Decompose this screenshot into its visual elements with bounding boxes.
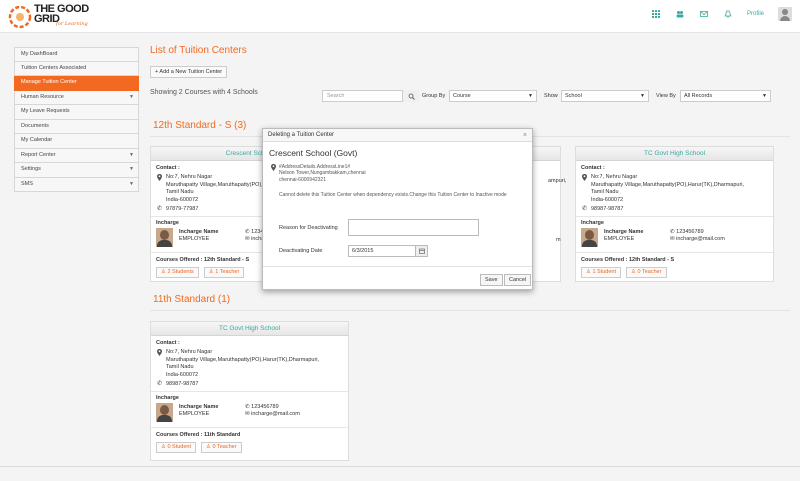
incharge-photo bbox=[156, 228, 173, 247]
save-button[interactable]: Save bbox=[480, 274, 503, 286]
incharge-row: Incharge Name EMPLOYEE ✆ 123456789 ✉ inc… bbox=[156, 403, 343, 423]
incharge-phone: ✆ 123456789 bbox=[245, 404, 279, 410]
incharge-photo bbox=[156, 403, 173, 422]
courses-offered: Courses Offered : 11th Standard bbox=[156, 432, 241, 438]
close-icon[interactable]: × bbox=[523, 129, 527, 142]
dialog-warning: Cannot delete this Tuition Center when d… bbox=[279, 192, 507, 198]
caret-down-icon: ▼ bbox=[129, 93, 134, 100]
cancel-button[interactable]: Cancel bbox=[504, 274, 532, 286]
date-label: Deactivating Date bbox=[279, 248, 323, 254]
school-phone: ✆ 98987-98787 bbox=[157, 381, 199, 387]
calendar-icon[interactable] bbox=[415, 246, 427, 256]
deactivating-date-input[interactable]: 6/3/2015 bbox=[348, 245, 428, 257]
sidebar-item-leave-requests[interactable]: My Leave Requests bbox=[14, 105, 139, 120]
top-bar: THE GOOD GRID for Learning Profile bbox=[0, 0, 800, 33]
dialog-footer-divider bbox=[263, 266, 532, 267]
school-card: TC Govt High School Contact : No:7, Nehr… bbox=[150, 321, 349, 461]
students-button[interactable]: ♙ 2 Students bbox=[156, 267, 199, 278]
contact-label: Contact : bbox=[581, 165, 605, 171]
divider bbox=[576, 216, 773, 217]
section-divider bbox=[150, 310, 790, 311]
location-pin-icon bbox=[582, 174, 587, 181]
mail-icon[interactable] bbox=[693, 7, 715, 21]
grid-icon[interactable] bbox=[645, 7, 667, 21]
brand-logo[interactable]: THE GOOD GRID for Learning bbox=[8, 3, 103, 31]
reason-textarea[interactable] bbox=[348, 219, 479, 236]
section-title-12th: 12th Standard - S (3) bbox=[153, 120, 247, 131]
students-button[interactable]: ♙ 0 Student bbox=[156, 442, 197, 453]
users-icon[interactable] bbox=[669, 7, 691, 21]
teachers-button[interactable]: ♙ 1 Teacher bbox=[203, 267, 245, 278]
footer-divider bbox=[0, 466, 800, 467]
caret-down-icon: ▼ bbox=[129, 180, 134, 187]
sidebar-item-documents[interactable]: Documents bbox=[14, 119, 139, 134]
students-button[interactable]: ♙ 1 Student bbox=[581, 267, 622, 278]
divider bbox=[576, 252, 773, 253]
incharge-email-partial: m bbox=[556, 237, 561, 243]
add-tuition-center-button[interactable]: + Add a New Tuition Center bbox=[150, 66, 228, 78]
phone-icon: ✆ bbox=[582, 206, 588, 212]
incharge-row: Incharge Name EMPLOYEE ✆ 123456789 ✉ inc… bbox=[581, 228, 768, 248]
section-title-11th: 11th Standard (1) bbox=[153, 294, 231, 305]
brand-tagline: for Learning bbox=[56, 21, 88, 27]
chevron-down-icon: ▼ bbox=[762, 93, 767, 99]
sidebar-menu: My DashBoard Tuition Centers Associated … bbox=[14, 47, 139, 192]
sidebar-item-report-center[interactable]: Report Center ▼ bbox=[14, 148, 139, 163]
school-name[interactable]: TC Govt High School bbox=[151, 322, 348, 336]
location-pin-icon bbox=[271, 164, 276, 171]
contact-label: Contact : bbox=[156, 340, 180, 346]
group-by-label: Group By bbox=[422, 93, 446, 99]
logo-flower-icon bbox=[8, 5, 32, 29]
school-address: No:7, Nehru Nagar Maruthapatty Village,M… bbox=[581, 174, 768, 204]
top-nav: Profile bbox=[643, 7, 792, 21]
incharge-email: ✉ incharge@mail.com bbox=[670, 236, 725, 242]
view-by-select[interactable]: All Records ▼ bbox=[680, 90, 771, 102]
delete-tuition-center-dialog: Deleting a Tuition Center × Crescent Sch… bbox=[262, 128, 533, 290]
incharge-label: Incharge bbox=[156, 395, 179, 401]
user-avatar[interactable] bbox=[778, 7, 792, 21]
group-by-select[interactable]: Course ▼ bbox=[449, 90, 537, 102]
page-title: List of Tuition Centers bbox=[150, 45, 247, 56]
search-icon bbox=[408, 93, 415, 100]
teachers-button[interactable]: ♙ 0 Teacher bbox=[201, 442, 242, 453]
phone-icon: ✆ bbox=[157, 381, 163, 387]
incharge-label: Incharge bbox=[581, 220, 604, 226]
results-summary: Showing 2 Courses with 4 Schools bbox=[150, 89, 258, 96]
show-label: Show bbox=[544, 93, 558, 99]
search-button[interactable] bbox=[402, 90, 419, 102]
divider bbox=[151, 427, 348, 428]
sidebar-item-dashboard[interactable]: My DashBoard bbox=[14, 47, 139, 62]
view-by-label: View By bbox=[656, 93, 676, 99]
reason-label: Reason for Deactivating bbox=[279, 225, 338, 231]
dialog-school-name: Crescent School (Govt) bbox=[269, 148, 358, 158]
caret-down-icon: ▼ bbox=[129, 166, 134, 172]
incharge-photo bbox=[581, 228, 598, 247]
sidebar-item-calendar[interactable]: My Calendar bbox=[14, 134, 139, 149]
chevron-down-icon: ▼ bbox=[528, 93, 533, 99]
school-address: No:7, Nehru Nagar Maruthapatty Village,M… bbox=[156, 349, 343, 379]
incharge-email: ✉ incharge@mail.com bbox=[245, 411, 300, 417]
profile-link[interactable]: Profile bbox=[747, 11, 764, 17]
sidebar-item-sms[interactable]: SMS ▼ bbox=[14, 177, 139, 192]
incharge-phone: ✆ 123456789 bbox=[670, 229, 704, 235]
dialog-school-address: #AddressDetails.AddressLine1# Nelson Tow… bbox=[271, 164, 366, 183]
show-select[interactable]: School ▼ bbox=[561, 90, 649, 102]
teachers-button[interactable]: ♙ 0 Teacher bbox=[626, 267, 667, 278]
phone-icon: ✆ bbox=[157, 206, 163, 212]
caret-down-icon: ▼ bbox=[129, 151, 134, 158]
chevron-down-icon: ▼ bbox=[640, 93, 645, 99]
dialog-header: Deleting a Tuition Center × bbox=[263, 129, 532, 142]
sidebar-item-settings[interactable]: Settings ▼ bbox=[14, 163, 139, 178]
sidebar-item-manage-tuition-center[interactable]: Manage Tuition Center bbox=[14, 76, 139, 91]
school-card: TC Govt High School Contact : No:7, Nehr… bbox=[575, 146, 774, 282]
location-pin-icon bbox=[157, 174, 162, 181]
school-name[interactable]: TC Govt High School bbox=[576, 147, 773, 161]
sidebar-item-tuition-centers-associated[interactable]: Tuition Centers Associated bbox=[14, 61, 139, 76]
courses-offered: Courses Offered : 12th Standard - S bbox=[581, 257, 675, 263]
sidebar-item-human-resource[interactable]: Human Resource ▼ bbox=[14, 90, 139, 105]
location-pin-icon bbox=[157, 349, 162, 356]
school-phone: ✆ 98987-98787 bbox=[582, 206, 624, 212]
divider bbox=[151, 391, 348, 392]
bell-icon[interactable] bbox=[717, 7, 739, 21]
